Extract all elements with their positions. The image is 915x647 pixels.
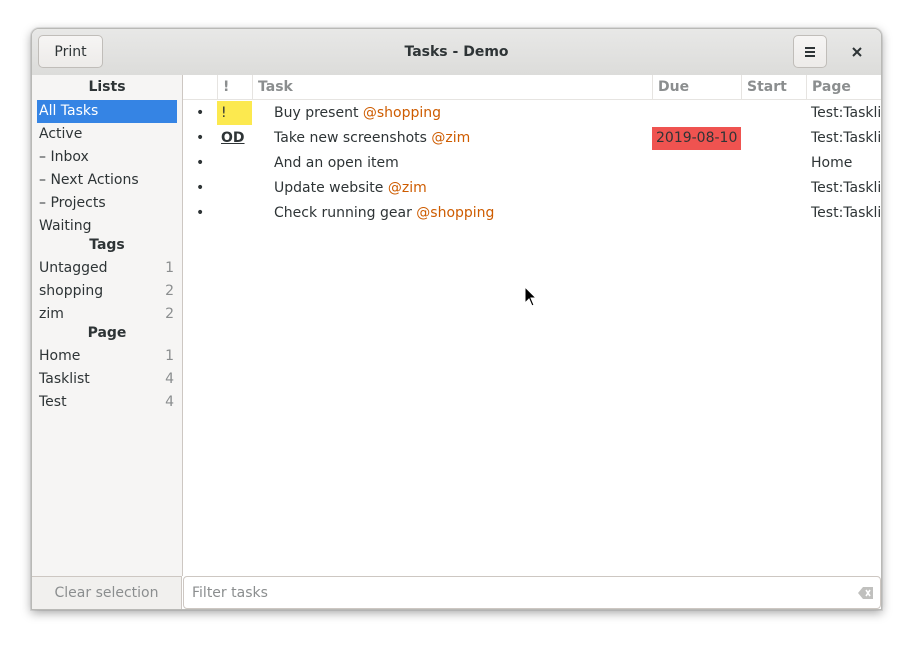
sidebar-item-label: shopping xyxy=(39,283,104,299)
close-button[interactable] xyxy=(844,39,870,65)
task-cell: Buy present @shopping xyxy=(274,101,441,126)
due-cell xyxy=(652,176,741,201)
sidebar-item-waiting[interactable]: Waiting xyxy=(37,215,177,238)
bullet: • xyxy=(196,205,205,221)
task-cell: Take new screenshots @zim xyxy=(274,126,470,151)
due-cell: 2019-08-10 xyxy=(652,127,741,150)
column-header-page[interactable]: Page xyxy=(806,75,881,100)
page-cell: Test:Tasklist xyxy=(811,205,881,221)
task-text: And an open item xyxy=(274,155,399,171)
bullet: • xyxy=(196,130,205,146)
sidebar-item-next-actions[interactable]: – Next Actions xyxy=(37,169,177,192)
table-row[interactable]: • And an open item Home xyxy=(183,151,881,176)
sidebar-item-active[interactable]: Active xyxy=(37,123,177,146)
due-cell xyxy=(652,101,741,126)
filter-box xyxy=(183,576,881,609)
sidebar-item-inbox[interactable]: – Inbox xyxy=(37,146,177,169)
clear-selection-button[interactable]: Clear selection xyxy=(32,576,182,609)
task-cell: Check running gear @shopping xyxy=(274,201,494,226)
column-header-bullet[interactable] xyxy=(183,75,217,100)
due-cell xyxy=(652,151,741,176)
sidebar-item-label: Active xyxy=(39,126,83,142)
sidebar-item-label: zim xyxy=(39,306,64,322)
page-count: 1 xyxy=(165,348,174,364)
page-cell: Test:Tasklist xyxy=(811,130,881,146)
page-count: 4 xyxy=(165,394,174,410)
sidebar-item-tasklist[interactable]: Tasklist 4 xyxy=(37,368,177,391)
sidebar-item-zim[interactable]: zim 2 xyxy=(37,303,177,326)
window-title: Tasks - Demo xyxy=(404,44,509,60)
page-cell: Test:Tasklist xyxy=(811,180,881,196)
mouse-pointer-icon xyxy=(524,286,538,307)
column-header-task[interactable]: Task xyxy=(252,75,652,100)
sidebar-item-shopping[interactable]: shopping 2 xyxy=(37,280,177,303)
sidebar-item-untagged[interactable]: Untagged 1 xyxy=(37,257,177,280)
sidebar: Lists All Tasks Active – Inbox – Next Ac… xyxy=(32,75,183,576)
task-text: Check running gear xyxy=(274,205,412,221)
page-heading: Page xyxy=(87,325,127,341)
sidebar-item-projects[interactable]: – Projects xyxy=(37,192,177,215)
table-row[interactable]: • ! Buy present @shopping Test:Tasklist xyxy=(183,101,881,126)
priority-cell xyxy=(217,201,252,226)
task-table: ! Task Due Start Page • ! Buy present @s… xyxy=(183,75,881,576)
lists-heading: Lists xyxy=(88,79,126,95)
sidebar-item-label: Home xyxy=(39,348,81,364)
task-tag: @shopping xyxy=(362,105,442,121)
sidebar-item-home[interactable]: Home 1 xyxy=(37,345,177,368)
table-row[interactable]: • OD Take new screenshots @zim 2019-08-1… xyxy=(183,126,881,151)
tag-count: 2 xyxy=(165,306,174,322)
tag-count: 2 xyxy=(165,283,174,299)
task-tag: @zim xyxy=(387,180,427,196)
priority-cell xyxy=(217,151,252,176)
header-bar: Print Tasks - Demo xyxy=(32,29,881,76)
task-cell: Update website @zim xyxy=(274,176,427,201)
task-tag: @zim xyxy=(431,130,471,146)
table-row[interactable]: • Check running gear @shopping Test:Task… xyxy=(183,201,881,226)
sidebar-item-label: Waiting xyxy=(39,218,92,234)
page-cell: Home xyxy=(811,155,853,171)
priority-cell: OD xyxy=(221,130,245,146)
backspace-clear-icon[interactable] xyxy=(858,586,874,600)
page-count: 4 xyxy=(165,371,174,387)
column-header-start[interactable]: Start xyxy=(741,75,806,100)
close-icon xyxy=(852,47,862,57)
priority-cell: ! xyxy=(217,101,252,125)
bullet: • xyxy=(196,105,205,121)
menu-button[interactable] xyxy=(793,35,827,68)
sidebar-item-label: Tasklist xyxy=(39,371,90,387)
tag-count: 1 xyxy=(165,260,174,276)
due-cell xyxy=(652,201,741,226)
task-cell: And an open item xyxy=(274,151,399,176)
priority-cell xyxy=(217,176,252,201)
column-header-due[interactable]: Due xyxy=(652,75,741,100)
task-tag: @shopping xyxy=(416,205,495,221)
hamburger-menu-icon xyxy=(805,46,815,57)
tags-heading: Tags xyxy=(89,237,125,253)
filter-input[interactable] xyxy=(192,577,832,608)
sidebar-item-label: – Projects xyxy=(39,195,106,211)
page-cell: Test:Tasklist xyxy=(811,105,881,121)
bullet: • xyxy=(196,155,205,171)
sidebar-item-label: – Inbox xyxy=(39,149,89,165)
task-text: Buy present xyxy=(274,105,359,121)
sidebar-item-label: Untagged xyxy=(39,260,108,276)
table-row[interactable]: • Update website @zim Test:Tasklist xyxy=(183,176,881,201)
sidebar-item-test[interactable]: Test 4 xyxy=(37,391,177,414)
sidebar-item-all-tasks[interactable]: All Tasks xyxy=(37,100,177,123)
bullet: • xyxy=(196,180,205,196)
column-header-priority[interactable]: ! xyxy=(217,75,252,100)
print-button[interactable]: Print xyxy=(38,35,103,68)
task-text: Update website xyxy=(274,180,384,196)
tasks-window: Print Tasks - Demo Lists All Tasks Activ… xyxy=(31,28,882,610)
task-text: Take new screenshots xyxy=(274,130,427,146)
sidebar-item-label: – Next Actions xyxy=(39,172,139,188)
sidebar-item-label: All Tasks xyxy=(39,103,99,119)
sidebar-item-label: Test xyxy=(39,394,67,410)
